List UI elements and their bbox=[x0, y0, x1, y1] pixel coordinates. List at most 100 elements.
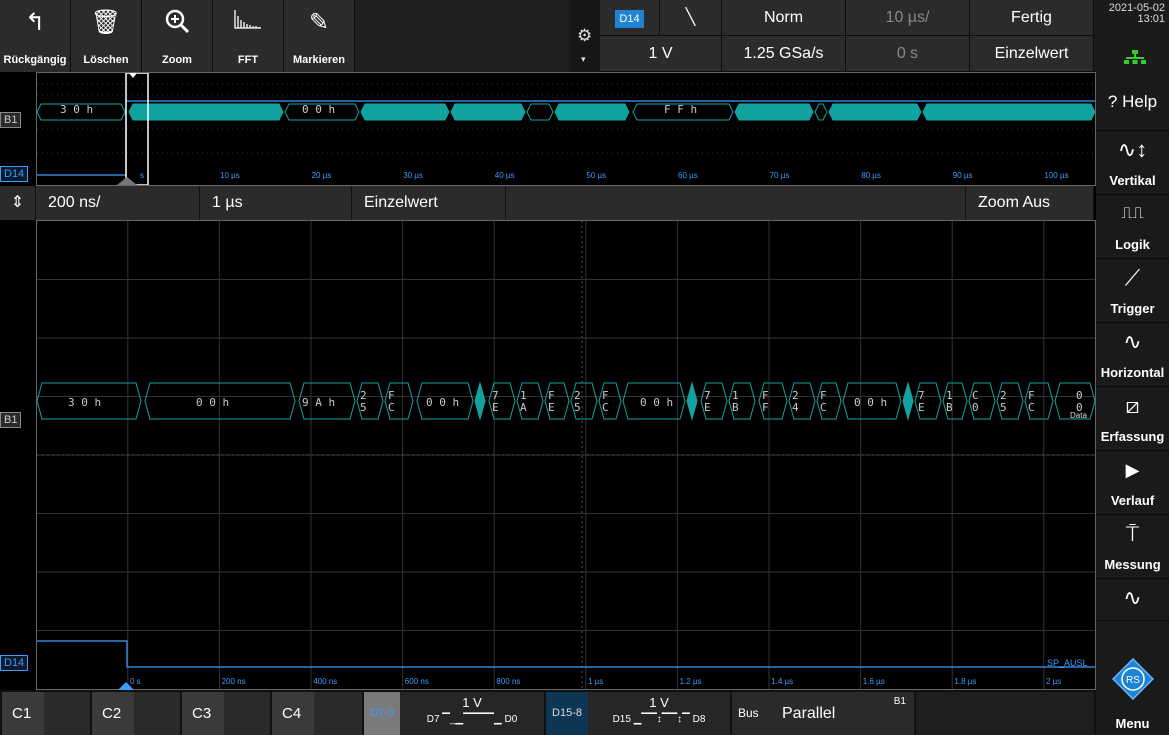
timebase[interactable]: 10 µs/ bbox=[846, 0, 970, 36]
math-button[interactable]: ∿ bbox=[1096, 578, 1169, 621]
history-button[interactable]: ▶ Verlauf bbox=[1096, 450, 1169, 515]
vertical-icon: ∿↕ bbox=[1117, 137, 1148, 162]
bus-type[interactable]: Parallel B1 bbox=[772, 692, 914, 735]
overview-bus-value: 0 0 h bbox=[302, 103, 336, 116]
main-time-tick: 2 µs bbox=[1046, 677, 1062, 686]
main-plot[interactable] bbox=[36, 220, 1096, 690]
main-bus-value: 1A bbox=[520, 389, 527, 414]
logic-button[interactable]: ⎍⎍ Logik bbox=[1096, 194, 1169, 259]
settings-button[interactable]: ⚙ ▾ bbox=[570, 0, 600, 72]
rs-logo-icon: RS bbox=[1112, 658, 1154, 700]
fft-button[interactable]: FFT bbox=[213, 0, 284, 72]
chevron-down-icon: ▾ bbox=[581, 54, 586, 64]
run-status[interactable]: Fertig bbox=[970, 0, 1094, 36]
main-bus-value: FF bbox=[762, 389, 769, 414]
overview-time-tick: 90 µs bbox=[952, 171, 973, 180]
svg-text:RS: RS bbox=[1126, 675, 1140, 686]
main-time-axis: 0 s 200 ns 400 ns 600 ns 800 ns 1 µs 1.2 µs 1.4… bbox=[36, 677, 1096, 689]
digital-group-d15-8[interactable]: D15-8 bbox=[546, 692, 588, 735]
main-bus-value: 24 bbox=[792, 389, 799, 414]
overview-bus-values: 3 0 h 0 0 h F F h bbox=[36, 103, 1096, 117]
main-bus-value: 0 0 h bbox=[854, 396, 888, 409]
measure-button[interactable]: ⍑ Messung bbox=[1096, 514, 1169, 579]
toolbar: ↰ Rückgängig 🗑 Löschen Zoom FFT ✎ Markie… bbox=[0, 0, 570, 72]
falling-edge-icon: ╲ bbox=[685, 9, 696, 26]
trash-icon: 🗑 bbox=[90, 9, 122, 36]
zoom-icon bbox=[142, 8, 212, 38]
math-icon: ∿ bbox=[1123, 585, 1142, 610]
main-waveform bbox=[37, 221, 1095, 689]
main-bus-value: 25 bbox=[360, 389, 367, 414]
trigger-mode[interactable]: Norm bbox=[722, 0, 846, 36]
main-time-tick: 600 ns bbox=[404, 677, 429, 686]
main-bus-value: 7E bbox=[492, 389, 499, 414]
overview-time-tick: s bbox=[140, 171, 144, 180]
digital-d7-0-settings[interactable]: 1 V D7 ▔_▁▔▔▔▔▁ D0 bbox=[400, 692, 544, 735]
trigger-slope[interactable]: ╲ bbox=[660, 0, 722, 36]
main-bus-tag[interactable]: B1 bbox=[0, 412, 22, 428]
main-time-tick: 1.4 µs bbox=[771, 677, 794, 686]
overview-time-axis: s 10 µs 20 µs 30 µs 40 µs 50 µs 60 µs 70 µs 80 µ… bbox=[36, 171, 1096, 185]
trigger-level[interactable]: 1 V bbox=[600, 36, 722, 72]
overview-time-tick: 80 µs bbox=[861, 171, 881, 180]
channel-c3[interactable]: C3 bbox=[182, 692, 224, 735]
menu-button[interactable]: RS Menu bbox=[1096, 658, 1169, 735]
digital-d15-8-settings[interactable]: 1 V D15 ▁▔▔↕▔▔↕▔ D8 bbox=[588, 692, 730, 735]
main-bus-value: 0 0 h bbox=[196, 396, 230, 409]
main-time-tick: 200 ns bbox=[221, 677, 246, 686]
zoom-mode[interactable]: Einzelwert bbox=[352, 186, 506, 220]
up-down-arrows-icon: ⇕ bbox=[10, 194, 25, 211]
sample-rate: 1.25 GSa/s bbox=[722, 36, 846, 72]
zoom-resize-handle[interactable]: ⇕ bbox=[0, 186, 36, 220]
datetime: 2021-05-02 13:01 bbox=[1094, 0, 1169, 72]
main-time-tick: 1.2 µs bbox=[679, 677, 702, 686]
overview-bus-value: F F h bbox=[664, 103, 698, 116]
gear-icon: ⚙ bbox=[577, 26, 593, 45]
trigger-source[interactable]: D14 bbox=[600, 0, 660, 36]
zoom-scale[interactable]: 200 ns/ bbox=[36, 186, 200, 220]
channel-c2[interactable]: C2 bbox=[92, 692, 134, 735]
help-button[interactable]: ? Help bbox=[1096, 72, 1169, 131]
main-digital-tag[interactable]: D14 bbox=[0, 655, 29, 671]
overview-digital-tag[interactable]: D14 bbox=[0, 166, 29, 182]
main-time-tick: 400 ns bbox=[313, 677, 338, 686]
vertical-button[interactable]: ∿↕ Vertikal bbox=[1096, 130, 1169, 195]
channel-c1[interactable]: C1 bbox=[2, 692, 44, 735]
network-icon bbox=[1124, 50, 1146, 64]
zoom-spacer bbox=[506, 186, 966, 220]
mark-button[interactable]: ✎ Markieren bbox=[284, 0, 355, 72]
time-text: 13:01 bbox=[1137, 13, 1165, 25]
main-bus-value: FE bbox=[548, 389, 555, 414]
main-bus-value: 25 bbox=[1000, 389, 1007, 414]
acquisition-mode[interactable]: Einzelwert bbox=[970, 36, 1094, 72]
overview-bus-value: 3 0 h bbox=[60, 103, 94, 116]
main-bus-value: 7E bbox=[918, 389, 925, 414]
main-bus-value: FC bbox=[388, 389, 395, 414]
measure-icon: ⍑ bbox=[1125, 521, 1140, 546]
main-bus-value: 0 0 h bbox=[640, 396, 674, 409]
horizontal-button[interactable]: ∿ Horizontal bbox=[1096, 322, 1169, 387]
zoom-position[interactable]: 1 µs bbox=[200, 186, 352, 220]
horizontal-position[interactable]: 0 s bbox=[846, 36, 970, 72]
main-bus-value: 7E bbox=[704, 389, 711, 414]
right-sidebar: ? Help ∿↕ Vertikal ⎍⎍ Logik ⟋ Trigger ∿ … bbox=[1096, 72, 1169, 735]
main-bus-value: 3 0 h bbox=[68, 396, 102, 409]
channel-c4[interactable]: C4 bbox=[272, 692, 314, 735]
overview-grid[interactable] bbox=[36, 72, 1096, 186]
overview-bus-tag[interactable]: B1 bbox=[0, 112, 22, 128]
trigger-button[interactable]: ⟋ Trigger bbox=[1096, 258, 1169, 323]
main-time-tick: 1.6 µs bbox=[862, 677, 885, 686]
acquire-icon: ⧄ bbox=[1125, 393, 1140, 418]
zoom-button[interactable]: Zoom bbox=[142, 0, 213, 72]
delete-button[interactable]: 🗑 Löschen bbox=[71, 0, 142, 72]
fft-icon bbox=[213, 8, 283, 38]
trigger-position-marker[interactable] bbox=[118, 682, 134, 690]
logic-icon: ⎍⎍ bbox=[1121, 205, 1144, 222]
digital-group-d7-0[interactable]: D7-0 bbox=[364, 692, 400, 735]
overview-time-tick: 30 µs bbox=[403, 171, 423, 180]
pen-icon: ✎ bbox=[308, 9, 330, 36]
zoom-off-button[interactable]: Zoom Aus bbox=[966, 186, 1094, 220]
undo-button[interactable]: ↰ Rückgängig bbox=[0, 0, 71, 72]
acquire-button[interactable]: ⧄ Erfassung bbox=[1096, 386, 1169, 451]
main-time-tick: 800 ns bbox=[496, 677, 521, 686]
